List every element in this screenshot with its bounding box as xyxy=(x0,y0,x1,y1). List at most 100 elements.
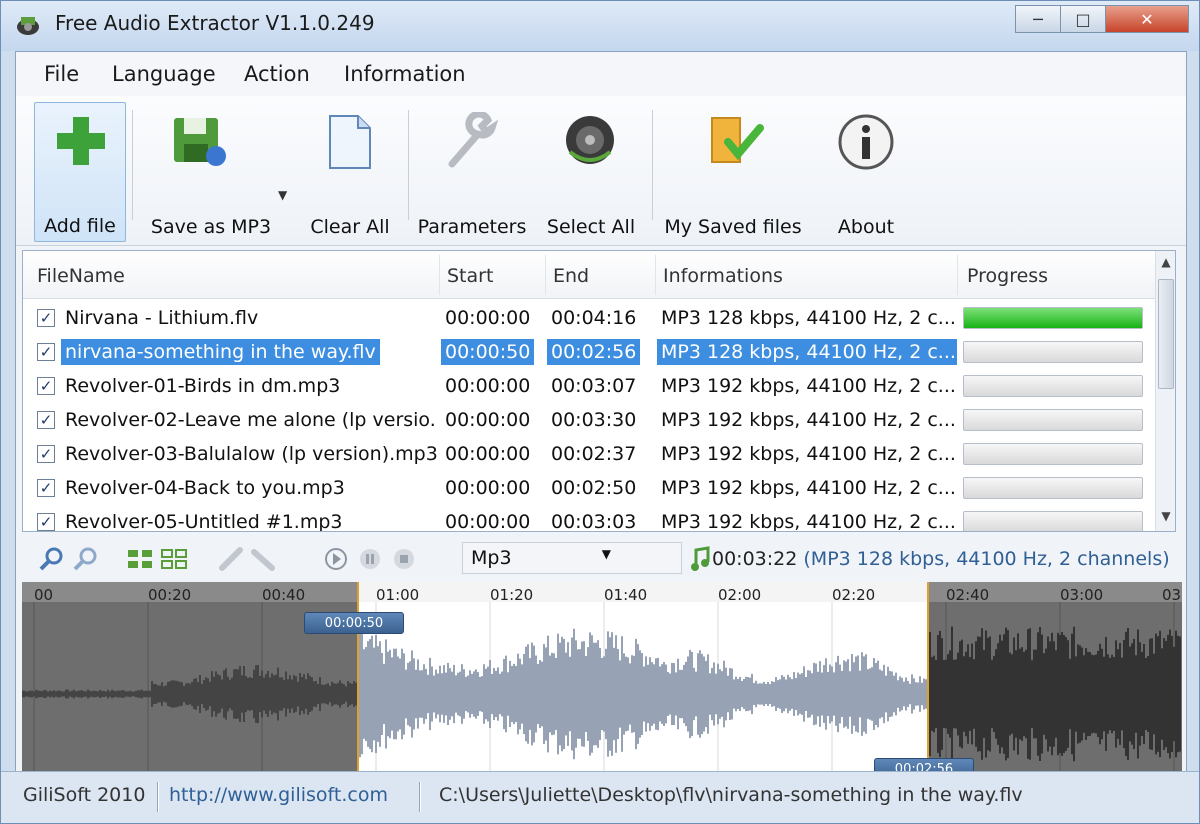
row-start: 00:00:00 xyxy=(445,511,531,532)
time-tick-label: 02:00 xyxy=(718,586,762,604)
row-checkbox[interactable]: ✓ xyxy=(37,445,55,463)
list-vertical-scrollbar[interactable]: ▲ ▼ xyxy=(1155,251,1175,531)
status-file-path: C:\Users\Juliette\Desktop\flv\nirvana-so… xyxy=(439,784,1023,806)
row-end: 00:02:50 xyxy=(551,477,637,499)
app-icon xyxy=(17,17,39,35)
menu-action[interactable]: Action xyxy=(244,62,310,86)
row-info: MP3 192 kbps, 44100 Hz, 2 c... xyxy=(661,477,956,499)
table-row[interactable]: ✓ Revolver-05-Untitled #1.mp3 00:00:00 00:0… xyxy=(23,505,1157,532)
save-disk-icon xyxy=(174,118,226,166)
row-filename: Revolver-05-Untitled #1.mp3 xyxy=(65,511,343,532)
save-as-dropdown-icon[interactable]: ▼ xyxy=(278,188,287,202)
row-checkbox[interactable]: ✓ xyxy=(37,377,55,395)
row-progress-bar xyxy=(963,511,1143,531)
table-row[interactable]: ✓ nirvana-something in the way.flv 00:00:5… xyxy=(23,335,1157,369)
row-start: 00:00:00 xyxy=(445,307,531,329)
row-info: MP3 192 kbps, 44100 Hz, 2 c... xyxy=(661,375,956,397)
toolbar-separator xyxy=(652,110,653,220)
waveform-graph xyxy=(22,582,1182,790)
zoom-out-icon[interactable] xyxy=(72,546,100,572)
file-list[interactable]: FileName Start End Informations Progress… xyxy=(22,250,1176,532)
add-file-button[interactable]: Add file xyxy=(34,102,126,242)
row-filename: Revolver-04-Back to you.mp3 xyxy=(65,477,345,499)
my-saved-files-button[interactable]: My Saved files xyxy=(658,102,808,242)
table-row[interactable]: ✓ Revolver-04-Back to you.mp3 00:00:00 00:0… xyxy=(23,471,1157,505)
about-button[interactable]: About xyxy=(824,102,908,242)
row-info: MP3 128 kbps, 44100 Hz, 2 c... xyxy=(657,339,957,365)
row-checkbox[interactable]: ✓ xyxy=(37,411,55,429)
row-checkbox[interactable]: ✓ xyxy=(37,513,55,531)
output-format-select[interactable]: Mp3 ▼ xyxy=(462,542,682,574)
time-tick-label: 03 xyxy=(1162,586,1182,604)
row-progress-bar xyxy=(963,443,1143,465)
table-row[interactable]: ✓ Revolver-01-Birds in dm.mp3 00:00:00 00:0… xyxy=(23,369,1157,403)
title-bar: Free Audio Extractor V1.1.0.249 ─ □ ✕ xyxy=(1,1,1199,51)
stop-icon[interactable] xyxy=(390,546,418,572)
music-note-icon xyxy=(691,546,710,571)
menu-information[interactable]: Information xyxy=(344,62,466,86)
table-row[interactable]: ✓ Revolver-02-Leave me alone (lp versio..… xyxy=(23,403,1157,437)
fit-all-icon[interactable] xyxy=(160,546,188,572)
status-divider xyxy=(157,782,159,812)
save-as-button[interactable]: Save as MP3 xyxy=(136,102,286,242)
column-header-start[interactable]: Start xyxy=(447,265,493,287)
minimize-button[interactable]: ─ xyxy=(1015,5,1061,33)
row-checkbox[interactable]: ✓ xyxy=(37,309,55,327)
row-filename: Revolver-02-Leave me alone (lp versio... xyxy=(65,409,437,431)
row-progress-bar xyxy=(963,477,1143,499)
row-progress-bar xyxy=(963,341,1143,363)
row-start: 00:00:00 xyxy=(445,443,531,465)
parameters-button[interactable]: Parameters xyxy=(414,102,530,242)
fit-selection-icon[interactable] xyxy=(126,546,154,572)
file-duration: 00:03:22 xyxy=(712,548,798,570)
plus-icon xyxy=(57,117,105,165)
status-website-link[interactable]: http://www.gilisoft.com xyxy=(169,784,388,806)
column-divider[interactable] xyxy=(655,255,656,295)
clear-all-label: Clear All xyxy=(310,216,390,238)
column-divider[interactable] xyxy=(957,255,958,295)
scroll-up-arrow-icon[interactable]: ▲ xyxy=(1156,255,1175,275)
table-row[interactable]: ✓ Nirvana - Lithium.flv 00:00:00 00:04:16 MP… xyxy=(23,301,1157,335)
start-marker[interactable]: 00:00:50 xyxy=(304,612,404,634)
set-end-icon[interactable] xyxy=(250,546,278,572)
status-divider xyxy=(419,782,421,812)
column-header-filename[interactable]: FileName xyxy=(37,265,125,287)
scrollbar-thumb[interactable] xyxy=(1158,279,1174,389)
chevron-down-icon: ▼ xyxy=(601,547,611,561)
maximize-button[interactable]: □ xyxy=(1060,5,1106,33)
row-end: 00:02:56 xyxy=(547,339,641,365)
column-divider[interactable] xyxy=(545,255,546,295)
menu-language[interactable]: Language xyxy=(112,62,216,86)
column-header-end[interactable]: End xyxy=(553,265,589,287)
column-header-progress[interactable]: Progress xyxy=(967,265,1048,287)
column-header-info[interactable]: Informations xyxy=(663,265,783,287)
scroll-down-arrow-icon[interactable]: ▼ xyxy=(1156,509,1175,529)
time-tick-label: 01:00 xyxy=(376,586,420,604)
pause-icon[interactable] xyxy=(356,546,384,572)
window-title: Free Audio Extractor V1.1.0.249 xyxy=(55,11,375,35)
progress-fill xyxy=(964,308,1142,328)
main-toolbar: Add file Save as MP3 ▼ Clear All Paramet… xyxy=(16,96,1186,246)
select-all-label: Select All xyxy=(546,216,636,238)
status-company: GiliSoft 2010 xyxy=(23,784,146,806)
row-checkbox[interactable]: ✓ xyxy=(37,343,55,361)
time-tick-label: 01:40 xyxy=(604,586,648,604)
time-tick-label: 02:20 xyxy=(832,586,876,604)
play-icon[interactable] xyxy=(322,546,350,572)
close-button[interactable]: ✕ xyxy=(1105,5,1189,33)
column-divider[interactable] xyxy=(439,255,440,295)
row-progress-bar xyxy=(963,409,1143,431)
row-progress-bar xyxy=(963,375,1143,397)
toolbar-separator xyxy=(132,110,133,220)
row-checkbox[interactable]: ✓ xyxy=(37,479,55,497)
waveform-view[interactable]: 00 00:20 00:40 01:00 01:20 01:40 02:00 02:20 02:… xyxy=(22,582,1182,790)
set-start-icon[interactable] xyxy=(218,546,246,572)
row-end: 00:04:16 xyxy=(551,307,637,329)
table-row[interactable]: ✓ Revolver-03-Balulalow (lp version).mp3 0… xyxy=(23,437,1157,471)
menu-file[interactable]: File xyxy=(44,62,79,86)
row-end: 00:03:03 xyxy=(551,511,637,532)
menu-bar: File Language Action Information xyxy=(16,52,1186,96)
clear-all-button[interactable]: Clear All xyxy=(298,102,402,242)
select-all-button[interactable]: Select All xyxy=(538,102,644,242)
zoom-in-icon[interactable] xyxy=(38,546,66,572)
